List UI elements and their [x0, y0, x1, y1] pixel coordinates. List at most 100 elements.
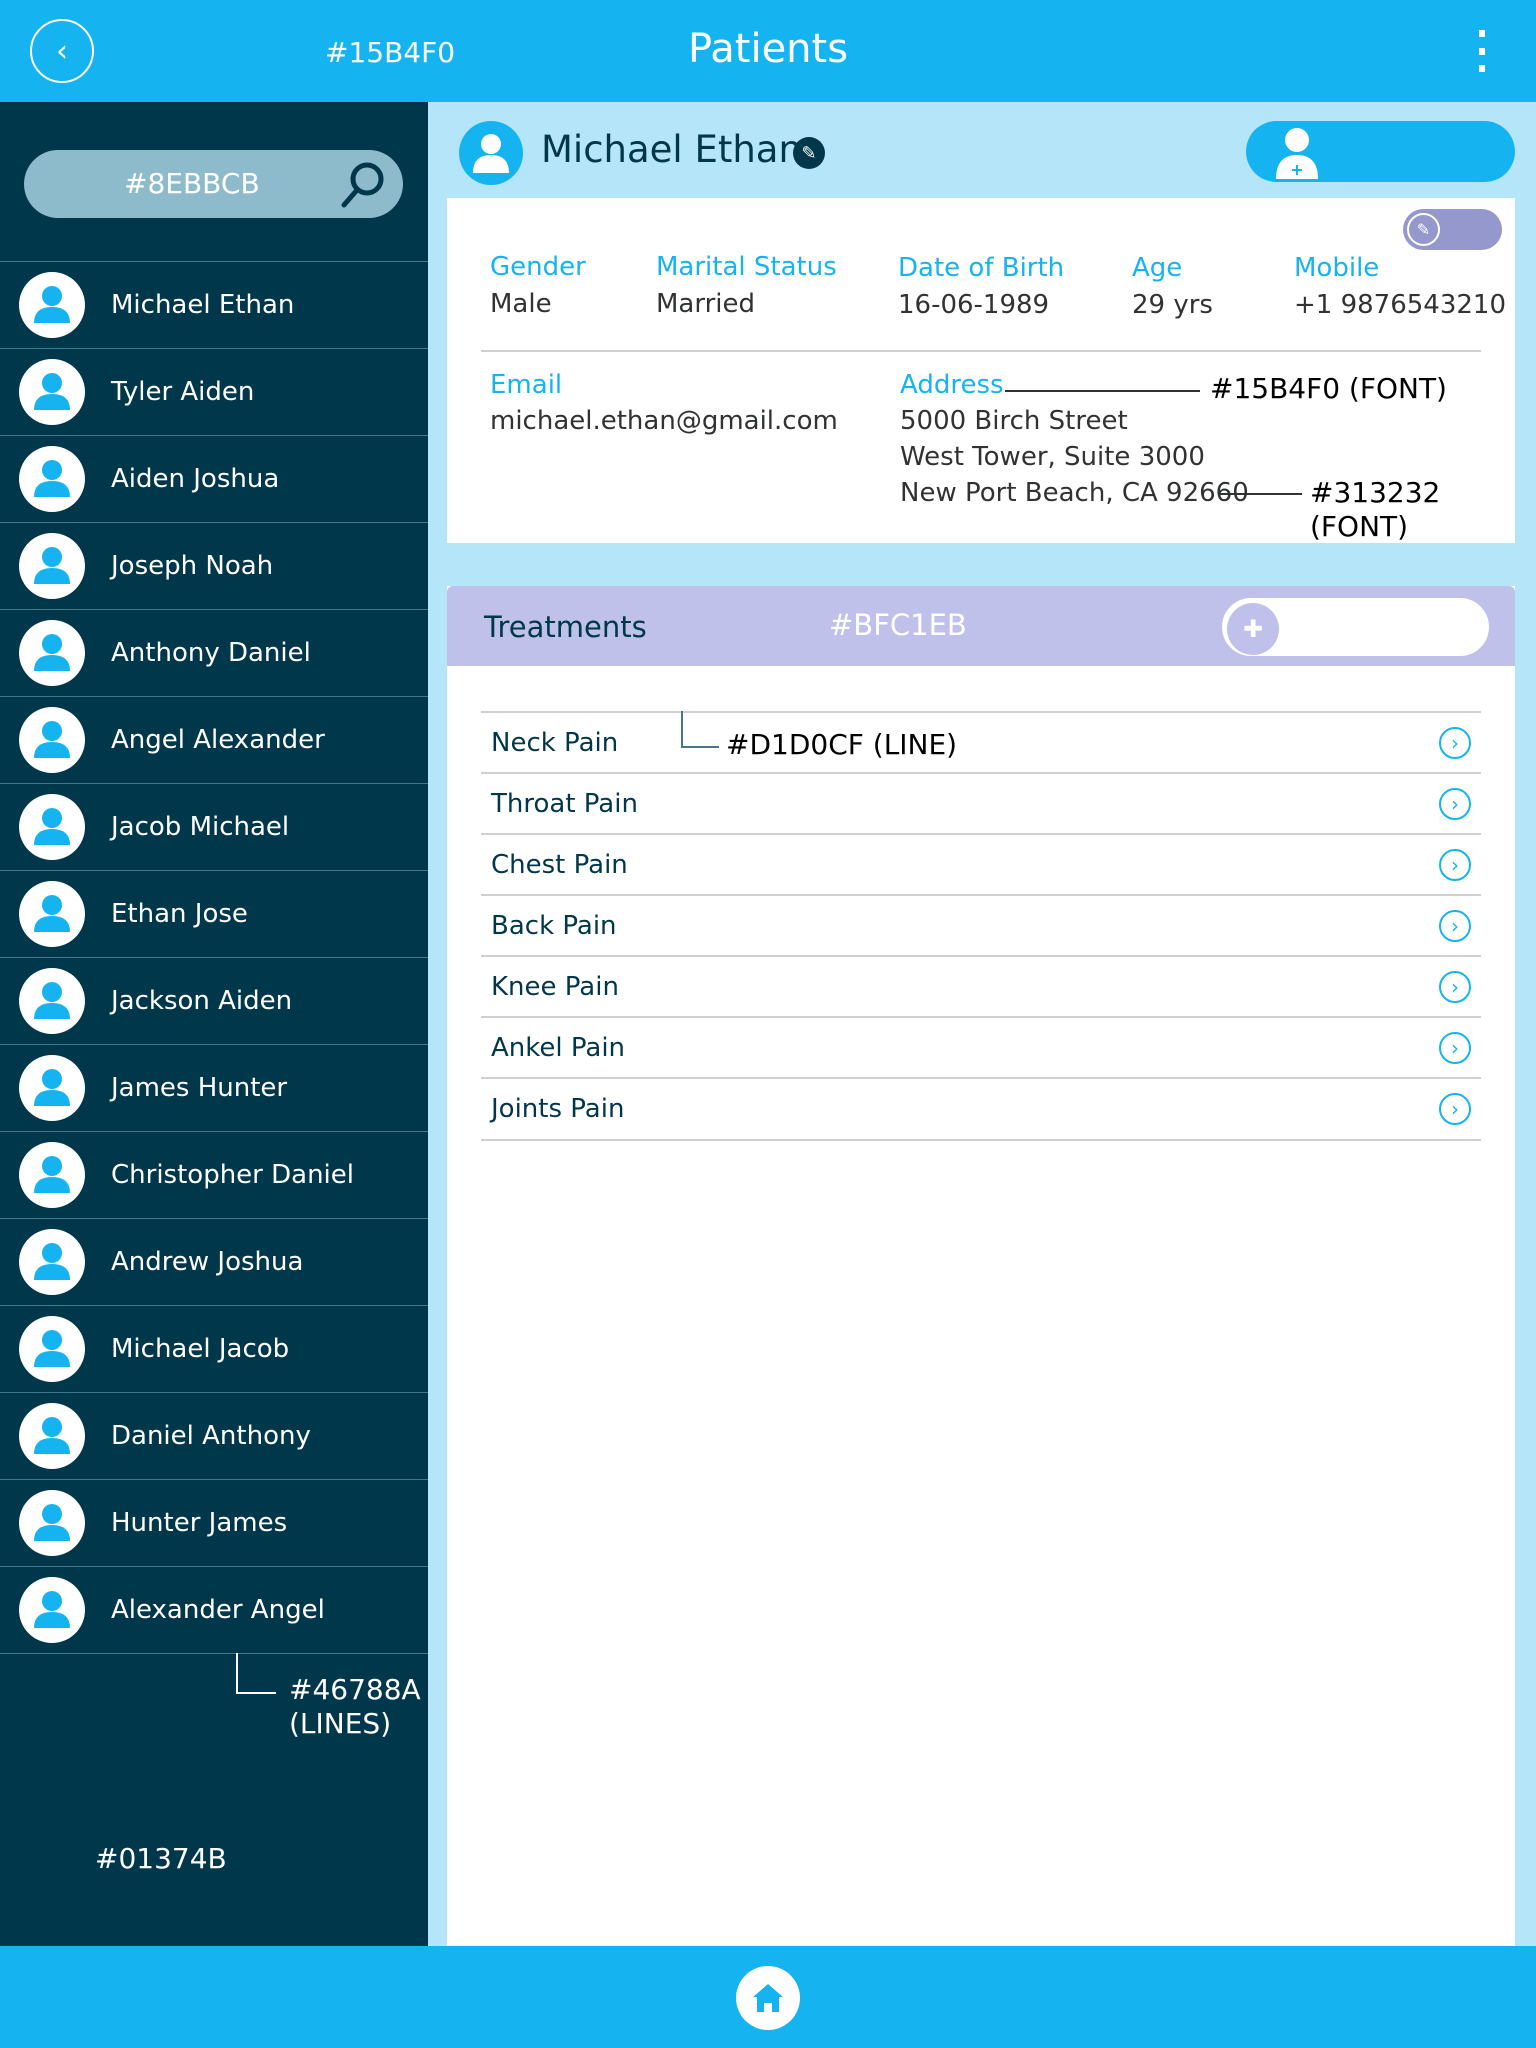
patient-list-item[interactable]: Aiden Joshua	[0, 435, 428, 522]
annotation-line	[236, 1692, 276, 1694]
treatment-item[interactable]: Back Pain ›	[481, 894, 1481, 955]
patient-name-label: Michael Jacob	[111, 1334, 290, 1364]
avatar	[19, 881, 85, 947]
treatment-name: Ankel Pain	[491, 1032, 626, 1063]
address-line: West Tower, Suite 3000	[900, 442, 1205, 472]
avatar	[19, 1142, 85, 1208]
chevron-right-icon[interactable]: ›	[1439, 848, 1471, 881]
patient-name-label: James Hunter	[111, 1073, 288, 1103]
divider	[481, 350, 1481, 352]
treatment-name: Back Pain	[491, 910, 617, 941]
edit-details-button[interactable]: ✎	[1403, 209, 1502, 250]
patient-list-item[interactable]: Hunter James	[0, 1479, 428, 1566]
patient-list-item[interactable]: Daniel Anthony	[0, 1392, 428, 1479]
search-input[interactable]: #8EBBCB	[24, 150, 403, 218]
patient-list-item[interactable]: Joseph Noah	[0, 522, 428, 609]
treatment-item[interactable]: Ankel Pain ›	[481, 1016, 1481, 1077]
home-button[interactable]	[736, 1966, 800, 2030]
color-annotation: #15B4F0 (FONT)	[1210, 372, 1447, 405]
avatar	[19, 1403, 85, 1469]
patient-name-label: Michael Ethan	[111, 290, 295, 320]
chevron-right-icon[interactable]: ›	[1439, 1092, 1471, 1125]
patient-list-item[interactable]: James Hunter	[0, 1044, 428, 1131]
avatar	[19, 272, 85, 338]
add-user-icon	[1276, 128, 1318, 179]
chevron-right-icon[interactable]: ›	[1439, 787, 1471, 820]
treatment-item[interactable]: Throat Pain ›	[481, 772, 1481, 833]
avatar	[19, 707, 85, 773]
color-annotation: #BFC1EB	[829, 608, 967, 642]
chevron-right-icon[interactable]: ›	[1439, 970, 1471, 1003]
patient-name-label: Aiden Joshua	[111, 464, 280, 494]
email-value: michael.ethan@gmail.com	[490, 406, 838, 436]
color-annotation: #01374B	[95, 1842, 227, 1875]
patient-name-label: Alexander Angel	[111, 1595, 325, 1625]
patient-name: Michael Ethan	[541, 128, 802, 171]
address-line: New Port Beach, CA 92660	[900, 478, 1249, 508]
treatment-item[interactable]: Knee Pain ›	[481, 955, 1481, 1016]
user-icon	[34, 460, 70, 497]
avatar	[19, 533, 85, 599]
chevron-right-icon[interactable]: ›	[1439, 726, 1471, 759]
patient-list-item[interactable]: Alexander Angel	[0, 1566, 428, 1653]
patient-list-item[interactable]: Jackson Aiden	[0, 957, 428, 1044]
avatar	[19, 1577, 85, 1643]
app-header: ‹ #15B4F0 Patients	[0, 0, 1536, 102]
treatment-item[interactable]: Joints Pain ›	[481, 1077, 1481, 1138]
search-icon[interactable]	[337, 158, 389, 210]
annotation-line	[236, 1653, 238, 1693]
user-icon	[34, 1243, 70, 1280]
patient-name-label: Anthony Daniel	[111, 638, 311, 668]
color-annotation: #D1D0CF (LINE)	[726, 728, 958, 761]
patient-list-item[interactable]: Christopher Daniel	[0, 1131, 428, 1218]
patient-list-item[interactable]: Ethan Jose	[0, 870, 428, 957]
age-value: 29 yrs	[1132, 290, 1213, 320]
patient-name-label: Hunter James	[111, 1508, 288, 1538]
add-treatment-button[interactable]: ✚	[1222, 598, 1489, 656]
patient-list-item[interactable]: Michael Ethan	[0, 261, 428, 348]
patient-list-item[interactable]: Angel Alexander	[0, 696, 428, 783]
dob-value: 16-06-1989	[898, 290, 1050, 320]
user-icon	[34, 547, 70, 584]
chevron-right-icon[interactable]: ›	[1439, 909, 1471, 942]
color-annotation: #313232 (FONT)	[1310, 476, 1441, 543]
annotation-line	[681, 746, 719, 748]
address-label: Address	[900, 370, 1004, 400]
patient-list-item[interactable]: Jacob Michael	[0, 783, 428, 870]
search-placeholder: #8EBBCB	[124, 167, 260, 200]
chevron-right-icon[interactable]: ›	[1439, 1031, 1471, 1064]
mobile-label: Mobile	[1294, 253, 1380, 283]
treatment-name: Chest Pain	[491, 849, 628, 880]
user-icon	[34, 1069, 70, 1106]
treatment-name: Knee Pain	[491, 971, 619, 1002]
avatar	[19, 1229, 85, 1295]
edit-name-button[interactable]: ✎	[793, 137, 825, 169]
avatar	[19, 359, 85, 425]
patient-name-label: Christopher Daniel	[111, 1160, 355, 1190]
patient-list-item[interactable]: Andrew Joshua	[0, 1218, 428, 1305]
patient-name-label: Tyler Aiden	[111, 377, 255, 407]
annotation-line	[681, 711, 683, 747]
page-title: Patients	[687, 26, 849, 72]
user-icon	[34, 1330, 70, 1367]
avatar	[19, 1316, 85, 1382]
patient-name-label: Angel Alexander	[111, 725, 325, 755]
patient-name-label: Jacob Michael	[111, 812, 290, 842]
avatar	[19, 1055, 85, 1121]
avatar	[19, 968, 85, 1034]
treatment-name: Neck Pain	[491, 727, 619, 758]
treatment-item[interactable]: Chest Pain ›	[481, 833, 1481, 894]
patient-list-item[interactable]: Anthony Daniel	[0, 609, 428, 696]
home-icon	[753, 1984, 783, 2012]
divider	[0, 1653, 428, 1654]
mobile-value: +1 9876543210	[1294, 290, 1507, 320]
user-icon	[34, 1417, 70, 1454]
patient-list-item[interactable]: Michael Jacob	[0, 1305, 428, 1392]
avatar	[19, 620, 85, 686]
annotation-line	[1005, 390, 1200, 392]
treatment-item[interactable]: Neck Pain ›	[481, 711, 1481, 772]
patient-list-item[interactable]: Tyler Aiden	[0, 348, 428, 435]
add-patient-button[interactable]	[1246, 121, 1515, 182]
more-vertical-icon[interactable]	[1474, 30, 1490, 72]
patient-name-label: Daniel Anthony	[111, 1421, 311, 1451]
